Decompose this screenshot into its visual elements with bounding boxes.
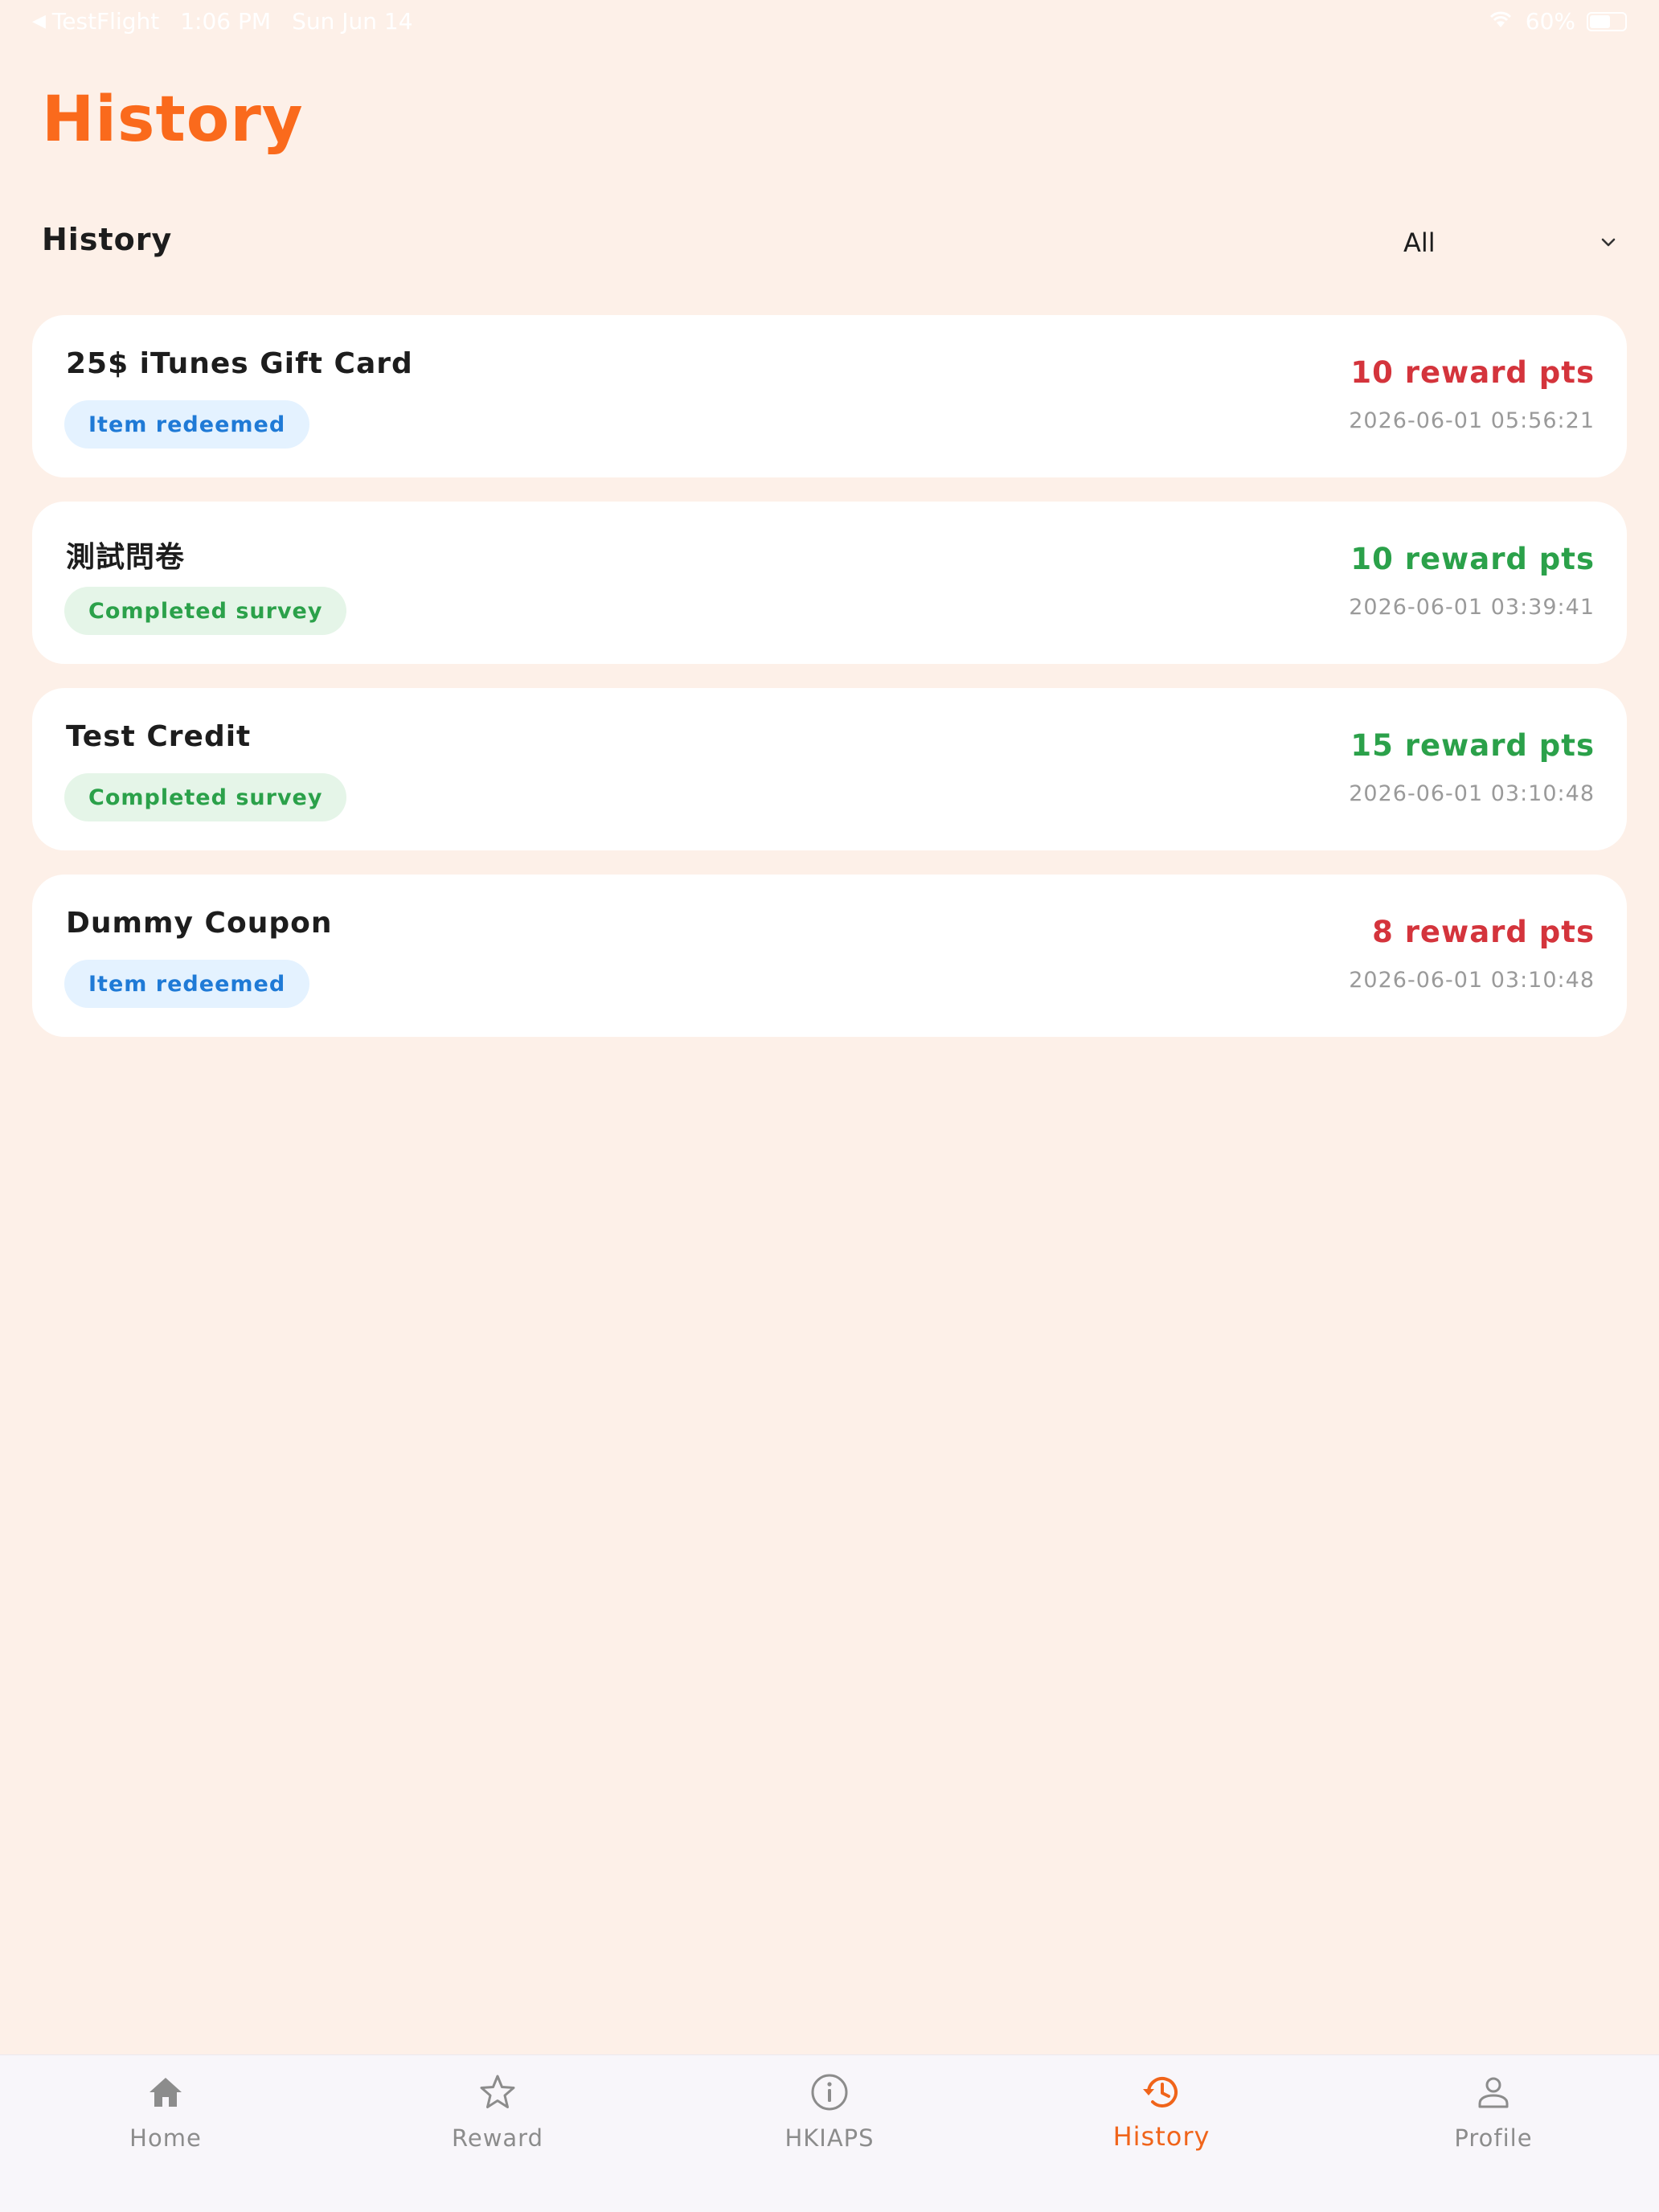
record-type-badge: Item redeemed — [64, 400, 310, 449]
record-timestamp: 2026-06-01 03:39:41 — [1349, 595, 1595, 620]
record-type-badge: Completed survey — [64, 773, 347, 821]
chevron-down-icon — [1596, 231, 1620, 255]
tab-label: History — [1112, 2121, 1210, 2152]
record-title: Test Credit — [66, 720, 252, 753]
record-title: 25$ iTunes Gift Card — [66, 347, 413, 380]
record-title: 測試問卷 — [66, 541, 186, 574]
info-icon — [809, 2071, 850, 2113]
tab-label: Profile — [1454, 2124, 1533, 2152]
history-record-card[interactable]: 測試問卷 Completed survey 10 reward pts 2026… — [32, 502, 1627, 664]
wifi-icon — [1487, 8, 1514, 35]
record-points: 10 reward pts — [1350, 542, 1595, 576]
back-to-app-link[interactable]: ◀ TestFlight — [32, 8, 159, 35]
back-app-name: TestFlight — [51, 8, 160, 35]
record-timestamp: 2026-06-01 03:10:48 — [1349, 968, 1595, 993]
status-left: ◀ TestFlight 1:06 PM Sun Jun 14 — [32, 8, 413, 35]
tab-label: Reward — [452, 2124, 543, 2152]
status-time: 1:06 PM — [180, 8, 272, 35]
history-record-card[interactable]: 25$ iTunes Gift Card Item redeemed 10 re… — [32, 315, 1627, 477]
tab-reward[interactable]: Reward — [332, 2071, 663, 2176]
tab-history[interactable]: History — [996, 2071, 1327, 2176]
section-title: History — [42, 222, 173, 257]
record-title: Dummy Coupon — [66, 907, 333, 940]
history-filter-dropdown[interactable]: All — [1403, 220, 1620, 265]
status-date: Sun Jun 14 — [292, 8, 413, 35]
status-bar: ◀ TestFlight 1:06 PM Sun Jun 14 60% — [0, 0, 1659, 45]
person-icon — [1473, 2071, 1514, 2113]
history-icon — [1141, 2071, 1182, 2113]
page-title: History — [42, 84, 304, 156]
battery-icon — [1587, 11, 1627, 31]
tab-home[interactable]: Home — [0, 2071, 331, 2176]
history-record-card[interactable]: Dummy Coupon Item redeemed 8 reward pts … — [32, 875, 1627, 1037]
tab-label: Home — [129, 2124, 202, 2152]
record-points: 10 reward pts — [1350, 355, 1595, 390]
record-type-badge: Item redeemed — [64, 960, 310, 1008]
history-screen: ◀ TestFlight 1:06 PM Sun Jun 14 60% Hist… — [0, 0, 1659, 2212]
back-triangle-icon: ◀ — [32, 11, 46, 31]
battery-percent: 60% — [1525, 8, 1575, 35]
record-type-badge: Completed survey — [64, 587, 347, 635]
tab-hkiaps[interactable]: HKIAPS — [664, 2071, 995, 2176]
bottom-tab-bar: Home Reward HKIAPS History Profile — [0, 2054, 1659, 2212]
history-list: 25$ iTunes Gift Card Item redeemed 10 re… — [32, 315, 1627, 1061]
home-icon — [145, 2071, 186, 2113]
record-timestamp: 2026-06-01 05:56:21 — [1349, 408, 1595, 433]
record-timestamp: 2026-06-01 03:10:48 — [1349, 781, 1595, 806]
tab-label: HKIAPS — [784, 2124, 875, 2152]
battery-fill — [1590, 14, 1611, 28]
record-points: 8 reward pts — [1372, 915, 1595, 949]
history-record-card[interactable]: Test Credit Completed survey 15 reward p… — [32, 688, 1627, 850]
status-right: 60% — [1487, 8, 1627, 35]
filter-selected-value: All — [1403, 227, 1436, 258]
tab-profile[interactable]: Profile — [1328, 2071, 1659, 2176]
record-points: 15 reward pts — [1350, 728, 1595, 763]
star-icon — [477, 2071, 518, 2113]
